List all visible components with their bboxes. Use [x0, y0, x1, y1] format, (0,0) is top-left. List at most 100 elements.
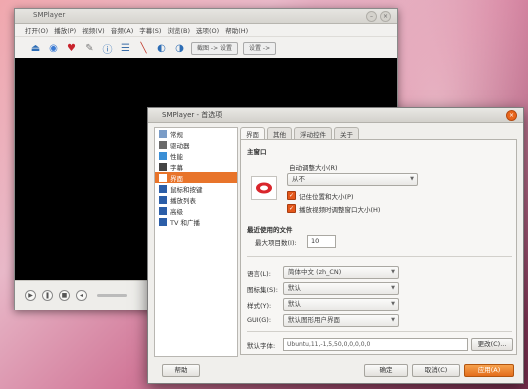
gui-value: 默认图形用户界面	[288, 316, 340, 324]
resize-on-play-label: 播放视频时调整窗口大小(H)	[299, 206, 381, 214]
gui-select[interactable]: 默认图形用户界面 ▼	[283, 314, 399, 327]
sidebar-item-advanced[interactable]: 高级	[155, 205, 237, 216]
drive-icon	[159, 140, 167, 149]
window-controls: – ×	[366, 11, 391, 22]
player-titlebar: SMPlayer – ×	[15, 9, 397, 24]
font-field[interactable]: Ubuntu,11,-1,5,50,0,0,0,0,0	[283, 338, 468, 351]
seek-bar[interactable]	[97, 294, 127, 297]
stop-icon[interactable]: ■	[59, 290, 70, 301]
font-label: 默认字体:	[247, 342, 276, 350]
sidebar-item-label: 性能	[170, 152, 183, 161]
options-button[interactable]: 设置 ->	[243, 41, 277, 55]
tab-about[interactable]: 关于	[334, 127, 359, 139]
sidebar-item-label: 界面	[170, 174, 183, 183]
tab-floating[interactable]: 浮动控件	[294, 127, 332, 139]
sidebar-item-drives[interactable]: 驱动器	[155, 139, 237, 150]
menu-item[interactable]: 播放(P)	[54, 25, 76, 35]
menu-item[interactable]: 字幕(S)	[139, 25, 161, 35]
dialog-title: SMPlayer - 首选项	[162, 111, 223, 119]
play-icon[interactable]: ▶	[25, 290, 36, 301]
pause-icon[interactable]: ❚	[42, 290, 53, 301]
resize-select-value: 从不	[292, 175, 305, 183]
separator	[247, 256, 512, 257]
advanced-icon	[159, 206, 167, 215]
menu-item[interactable]: 打开(O)	[25, 25, 48, 35]
chevron-down-icon: ▼	[391, 317, 395, 323]
forward-icon[interactable]: ◑	[173, 42, 186, 55]
preferences-sidebar: 常规 驱动器 性能 字幕 界面 鼠标和按键 播放列表 高级 TV 和广播	[154, 127, 238, 357]
playlist-icon[interactable]: ☰	[119, 42, 132, 55]
tv-icon	[159, 217, 167, 226]
info-icon[interactable]: ⓘ	[101, 42, 114, 56]
style-select[interactable]: 默认 ▼	[283, 298, 399, 311]
max-items-label: 最大项目数(I):	[255, 239, 297, 247]
performance-icon	[159, 151, 167, 160]
chevron-down-icon: ▼	[391, 269, 395, 275]
menu-item[interactable]: 选项(O)	[196, 25, 219, 35]
interface-icon	[159, 173, 167, 182]
preferences-dialog: SMPlayer - 首选项 × 常规 驱动器 性能 字幕 界面 鼠标和按键 播…	[147, 107, 524, 384]
settings-icon[interactable]: ╲	[137, 42, 150, 55]
tab-interface[interactable]: 界面	[240, 127, 265, 139]
wrench-icon[interactable]: ✎	[83, 42, 96, 55]
language-value: 简体中文 (zh_CN)	[288, 268, 342, 276]
rewind-icon[interactable]: ◐	[155, 42, 168, 55]
style-label: 样式(Y):	[247, 302, 272, 310]
player-title: SMPlayer	[33, 11, 66, 19]
menu-item[interactable]: 音频(A)	[111, 25, 134, 35]
language-select[interactable]: 简体中文 (zh_CN) ▼	[283, 266, 399, 279]
language-label: 语言(L):	[247, 270, 271, 278]
sidebar-item-interface[interactable]: 界面	[155, 172, 237, 183]
tab-other[interactable]: 其他	[267, 127, 292, 139]
chevron-down-icon: ▼	[391, 301, 395, 307]
screenshot-button[interactable]: 截图 -> 设置	[191, 41, 239, 55]
menu-item[interactable]: 浏览(B)	[167, 25, 190, 35]
chevron-down-icon: ▼	[391, 285, 395, 291]
resize-select[interactable]: 从不 ▼	[287, 173, 418, 186]
sidebar-item-subtitles[interactable]: 字幕	[155, 161, 237, 172]
close-icon[interactable]: ×	[380, 11, 391, 22]
tab-bar: 界面 其他 浮动控件 关于	[240, 127, 517, 139]
remember-position-label: 记住位置和大小(P)	[299, 193, 354, 201]
sidebar-item-label: 鼠标和按键	[170, 185, 203, 194]
max-items-spinbox[interactable]: 10	[307, 235, 336, 248]
eject-icon[interactable]: ⏏	[29, 42, 42, 55]
cancel-button[interactable]: 取消(C)	[412, 364, 460, 377]
sidebar-item-label: 高级	[170, 207, 183, 216]
iconset-select[interactable]: 默认 ▼	[283, 282, 399, 295]
playlist-icon	[159, 195, 167, 204]
preferences-content: 界面 其他 浮动控件 关于 主窗口 自动调整大小(R) 从不 ▼ ✓ 记住位置和大…	[240, 127, 517, 355]
remember-position-checkbox[interactable]: ✓	[287, 191, 296, 200]
resize-on-play-checkbox[interactable]: ✓	[287, 204, 296, 213]
apply-button[interactable]: 应用(A)	[464, 364, 514, 377]
separator	[247, 331, 512, 332]
sidebar-item-performance[interactable]: 性能	[155, 150, 237, 161]
menu-item[interactable]: 视频(V)	[82, 25, 105, 35]
sidebar-item-label: TV 和广播	[170, 218, 200, 227]
resize-label: 自动调整大小(R)	[289, 164, 338, 172]
close-icon[interactable]: ×	[506, 110, 517, 121]
smplayer-logo-icon	[251, 176, 277, 200]
sidebar-item-label: 播放列表	[170, 196, 196, 205]
player-menubar: 打开(O) 播放(P) 视频(V) 音频(A) 字幕(S) 浏览(B) 选项(O…	[15, 24, 397, 37]
iconset-value: 默认	[288, 284, 301, 292]
ok-button[interactable]: 确定	[364, 364, 408, 377]
help-button[interactable]: 帮助	[162, 364, 200, 377]
sidebar-item-playlist[interactable]: 播放列表	[155, 194, 237, 205]
iconset-label: 图标集(S):	[247, 286, 278, 294]
subtitles-icon	[159, 162, 167, 171]
sidebar-item-tv-radio[interactable]: TV 和广播	[155, 216, 237, 227]
volume-icon[interactable]: ◂	[76, 290, 87, 301]
disc-icon[interactable]: ◉	[47, 42, 60, 55]
style-value: 默认	[288, 300, 301, 308]
menu-item[interactable]: 帮助(H)	[225, 25, 248, 35]
sidebar-item-general[interactable]: 常规	[155, 128, 237, 139]
change-font-button[interactable]: 更改(C)...	[471, 338, 513, 351]
sidebar-item-mouse-keyboard[interactable]: 鼠标和按键	[155, 183, 237, 194]
dialog-titlebar: SMPlayer - 首选项 ×	[148, 108, 523, 123]
gui-label: GUI(G):	[247, 316, 272, 324]
favorite-icon[interactable]: ♥	[65, 42, 78, 55]
sidebar-item-label: 常规	[170, 130, 183, 139]
minimize-icon[interactable]: –	[366, 11, 377, 22]
chevron-down-icon: ▼	[410, 176, 414, 182]
